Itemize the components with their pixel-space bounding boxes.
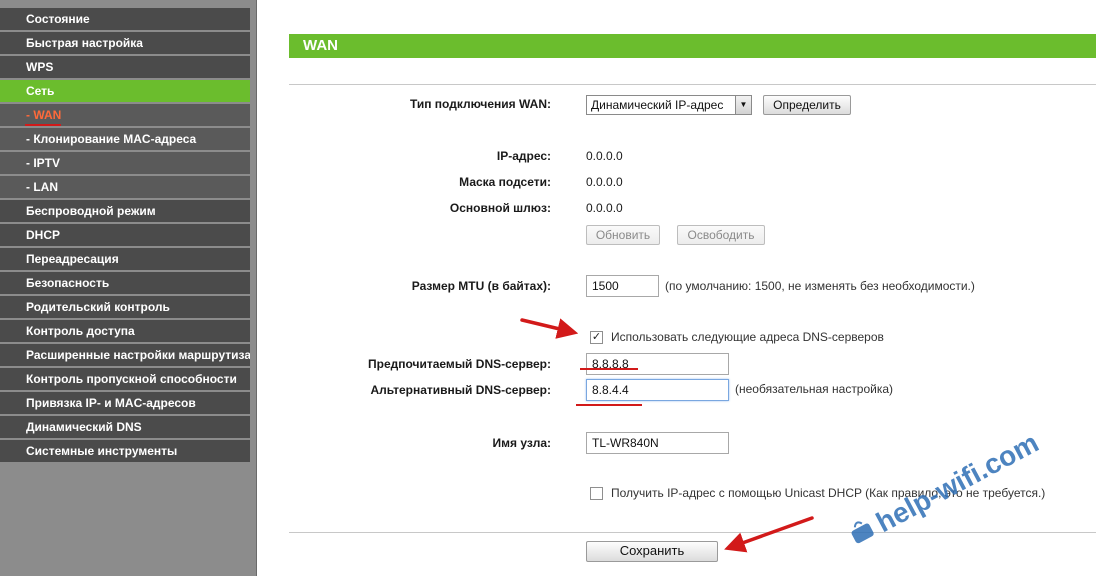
save-arrow-icon	[724, 516, 814, 553]
annotation-arrows	[520, 318, 814, 553]
dns-arrow-icon	[520, 318, 579, 339]
